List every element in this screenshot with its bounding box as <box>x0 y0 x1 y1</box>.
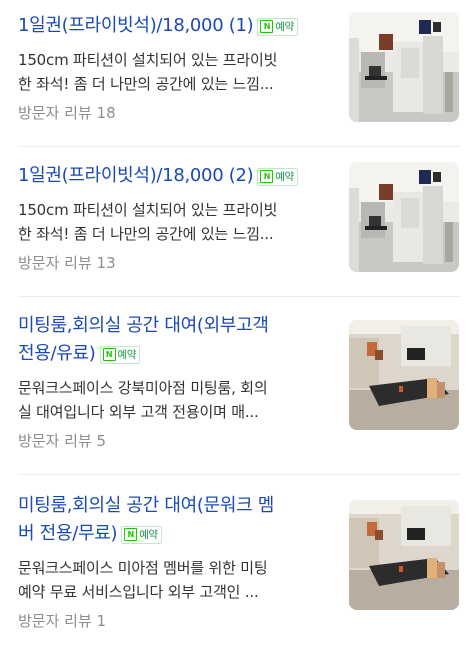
visitor-review-count[interactable]: 방문자 리뷰 13 <box>18 252 338 274</box>
naver-n-icon: N <box>260 170 274 183</box>
naver-n-icon: N <box>102 348 116 361</box>
list-item[interactable]: 1일권(프라이빗석)/18,000 (2) N 예약 150cm 파티션이 설치되어… <box>0 150 473 290</box>
visitor-review-count[interactable]: 방문자 리뷰 1 <box>18 610 338 632</box>
reservation-badge: N 예약 <box>121 525 162 544</box>
divider <box>18 146 460 147</box>
result-title-text[interactable]: 버 전용/무료) <box>18 523 118 544</box>
meeting-room-thumbnail[interactable] <box>349 500 459 610</box>
result-text: 미팅룸,회의실 공간 대여(외부고객 전용/유료) N 예약 문워크스페이스 강북미… <box>18 312 338 452</box>
result-title-text[interactable]: 미팅룸,회의실 공간 대여(외부고객 <box>18 312 338 340</box>
badge-label: 예약 <box>139 528 158 541</box>
divider <box>18 296 460 297</box>
result-title-text[interactable]: 1일권(프라이빗석)/18,000 (2) <box>18 165 254 186</box>
description-line: 150cm 파티션이 설치되어 있는 프라이빗 <box>18 51 278 69</box>
meeting-room-thumbnail[interactable] <box>349 320 459 430</box>
reservation-badge: N 예약 <box>257 167 298 186</box>
description-line: 예약 무료 서비스입니다 외부 고객인 ... <box>18 583 259 601</box>
description-line: 150cm 파티션이 설치되어 있는 프라이빗 <box>18 201 278 219</box>
partition-seat-thumbnail[interactable] <box>349 12 459 122</box>
result-title-text[interactable]: 미팅룸,회의실 공간 대여(문워크 멤 <box>18 492 338 520</box>
divider <box>18 474 460 475</box>
naver-n-icon: N <box>260 20 274 33</box>
result-title[interactable]: 미팅룸,회의실 공간 대여(문워크 멤 버 전용/무료) N 예약 <box>18 492 338 548</box>
badge-label: 예약 <box>275 170 294 183</box>
description-line: 한 좌석! 좀 더 나만의 공간에 있는 느낌... <box>18 225 274 243</box>
result-text: 미팅룸,회의실 공간 대여(문워크 멤 버 전용/무료) N 예약 문워크스페이스 … <box>18 492 338 632</box>
reservation-badge: N 예약 <box>99 345 140 364</box>
description-line: 문워크스페이스 미아점 멤버를 위한 미팅 <box>18 559 268 577</box>
result-title-text[interactable]: 전용/유료) <box>18 343 96 364</box>
result-description: 150cm 파티션이 설치되어 있는 프라이빗 한 좌석! 좀 더 나만의 공간… <box>18 48 338 96</box>
result-title-text[interactable]: 1일권(프라이빗석)/18,000 (1) <box>18 15 254 36</box>
description-line: 실 대여입니다 외부 고객 전용이며 매... <box>18 403 259 421</box>
list-item[interactable]: 미팅룸,회의실 공간 대여(외부고객 전용/유료) N 예약 문워크스페이스 강북미… <box>0 300 473 450</box>
result-text: 1일권(프라이빗석)/18,000 (1) N 예약 150cm 파티션이 설치되어… <box>18 12 338 124</box>
description-line: 문워크스페이스 강북미아점 미팅룸, 회의 <box>18 379 268 397</box>
badge-label: 예약 <box>275 20 294 33</box>
description-line: 한 좌석! 좀 더 나만의 공간에 있는 느낌... <box>18 75 274 93</box>
result-title[interactable]: 1일권(프라이빗석)/18,000 (1) N 예약 <box>18 12 338 40</box>
result-title[interactable]: 1일권(프라이빗석)/18,000 (2) N 예약 <box>18 162 338 190</box>
list-item[interactable]: 1일권(프라이빗석)/18,000 (1) N 예약 150cm 파티션이 설치되어… <box>0 0 473 140</box>
visitor-review-count[interactable]: 방문자 리뷰 5 <box>18 430 338 452</box>
visitor-review-count[interactable]: 방문자 리뷰 18 <box>18 102 338 124</box>
list-item[interactable]: 미팅룸,회의실 공간 대여(문워크 멤 버 전용/무료) N 예약 문워크스페이스 … <box>0 480 473 630</box>
reservation-badge: N 예약 <box>257 17 298 36</box>
result-description: 문워크스페이스 강북미아점 미팅룸, 회의 실 대여입니다 외부 고객 전용이며… <box>18 376 338 424</box>
partition-seat-thumbnail[interactable] <box>349 162 459 272</box>
result-description: 150cm 파티션이 설치되어 있는 프라이빗 한 좌석! 좀 더 나만의 공간… <box>18 198 338 246</box>
result-title[interactable]: 미팅룸,회의실 공간 대여(외부고객 전용/유료) N 예약 <box>18 312 338 368</box>
badge-label: 예약 <box>117 348 137 361</box>
result-description: 문워크스페이스 미아점 멤버를 위한 미팅 예약 무료 서비스입니다 외부 고객… <box>18 556 338 604</box>
naver-n-icon: N <box>124 528 138 541</box>
result-text: 1일권(프라이빗석)/18,000 (2) N 예약 150cm 파티션이 설치되어… <box>18 162 338 274</box>
